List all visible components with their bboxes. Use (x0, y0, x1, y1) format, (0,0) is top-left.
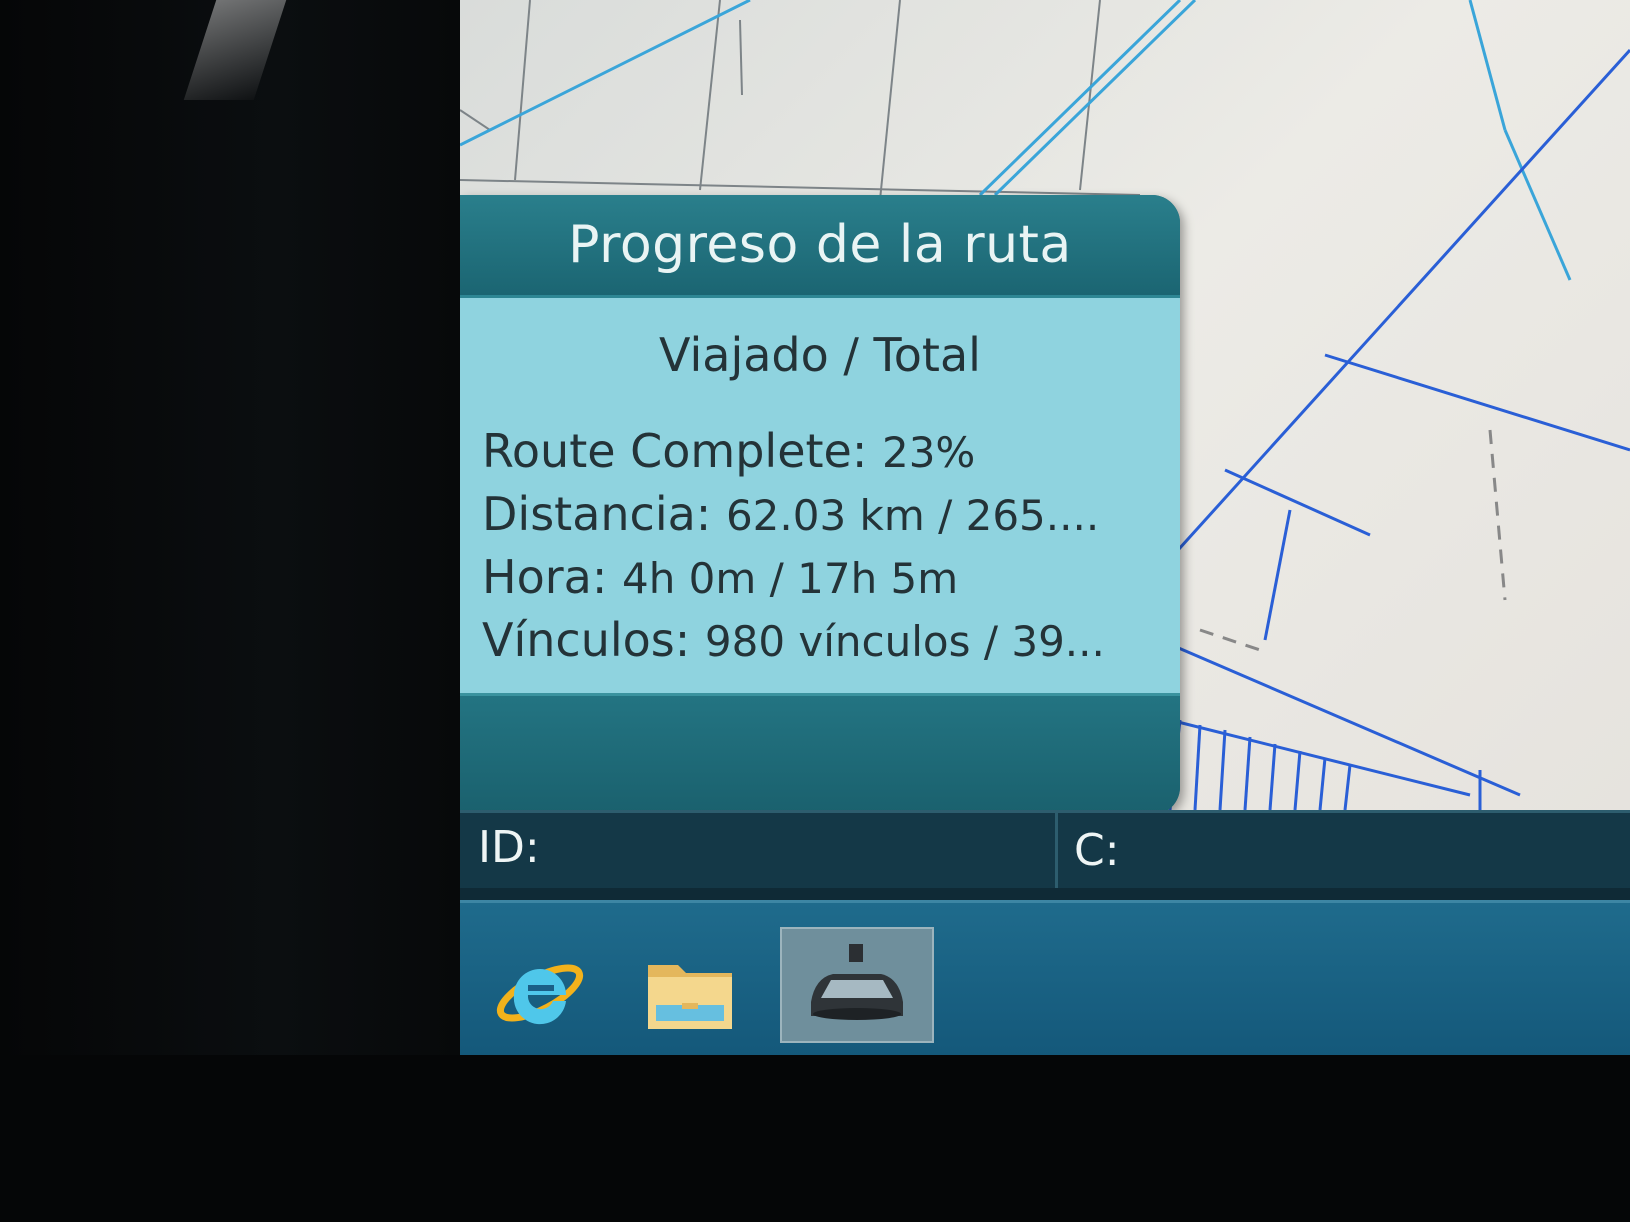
dialog-body: Viajado / Total Route Complete: 23% Dist… (460, 295, 1180, 693)
distance-row: Distancia: 62.03 km / 265.... (482, 483, 1158, 546)
status-c-label: C: (1074, 825, 1120, 876)
route-complete-row: Route Complete: 23% (482, 420, 1158, 483)
status-id-field: ID: (460, 813, 1058, 888)
distance-value: 62.03 km / 265.... (725, 491, 1100, 540)
links-row: Vínculos: 980 vínculos / 39... (482, 609, 1158, 672)
time-row: Hora: 4h 0m / 17h 5m (482, 546, 1158, 609)
status-c-field: C: (1074, 813, 1120, 888)
file-explorer-icon[interactable] (640, 941, 740, 1041)
route-progress-dialog[interactable]: Progreso de la ruta Viajado / Total Rout… (460, 195, 1180, 815)
device-bezel-left (0, 0, 460, 1222)
links-value: 980 vínculos / 39... (704, 617, 1105, 666)
dialog-title-bar: Progreso de la ruta (460, 195, 1180, 295)
internet-explorer-icon[interactable] (490, 941, 590, 1041)
time-label: Hora: (482, 550, 608, 604)
distance-label: Distancia: (482, 487, 712, 541)
device-screen: Progreso de la ruta Viajado / Total Rout… (460, 0, 1630, 1055)
taskbar (460, 900, 1630, 1055)
device-bezel-bottom (0, 1055, 1630, 1222)
route-complete-value: 23% (881, 428, 976, 477)
time-value: 4h 0m / 17h 5m (621, 554, 959, 603)
route-complete-label: Route Complete: (482, 424, 868, 478)
dialog-title: Progreso de la ruta (568, 215, 1072, 275)
status-bar: ID: C: (460, 810, 1630, 888)
links-label: Vínculos: (482, 613, 691, 667)
navigation-vehicle-icon[interactable] (780, 927, 934, 1043)
dialog-subtitle: Viajado / Total (659, 328, 981, 382)
status-id-label: ID: (478, 822, 540, 873)
dialog-footer (460, 693, 1180, 815)
